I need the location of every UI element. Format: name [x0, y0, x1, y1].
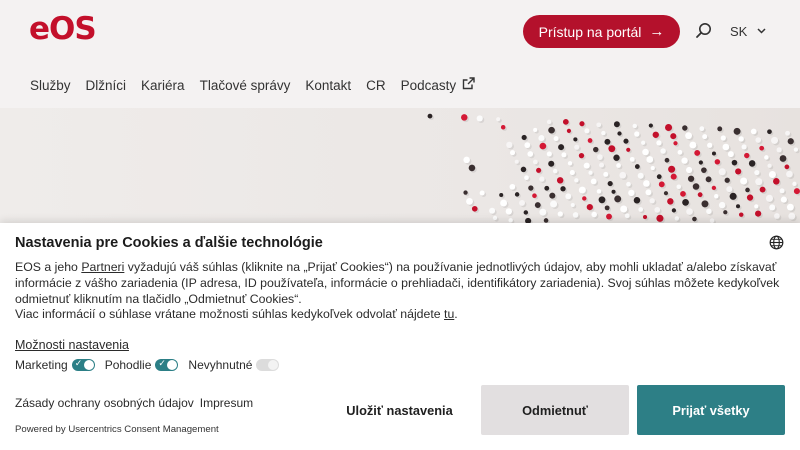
nav-item-dlznici[interactable]: Dlžníci: [86, 75, 127, 95]
nav-label: CR: [366, 77, 386, 93]
language-selector[interactable]: SK: [730, 22, 766, 40]
hero-image: [0, 108, 800, 223]
toggle-nevyhnutne: Nevyhnutné: [188, 358, 280, 372]
decorative-dots-pattern: [427, 113, 800, 223]
toggle-pohodlie: Pohodlie ✓: [105, 358, 179, 372]
nav-item-kariera[interactable]: Kariéra: [141, 75, 185, 95]
marketing-switch[interactable]: ✓: [71, 358, 95, 371]
cookie-text-part: vyžadujú váš súhlas (kliknite na „Prijať…: [15, 260, 780, 306]
main-nav: Služby Dlžníci Kariéra Tlačové správy Ko…: [30, 75, 475, 95]
nav-item-kontakt[interactable]: Kontakt: [305, 75, 351, 95]
imprint-link[interactable]: Impresum: [200, 396, 253, 410]
search-icon[interactable]: [694, 21, 714, 41]
nevyhnutne-switch: [256, 359, 280, 371]
toggle-label: Pohodlie: [104, 358, 152, 372]
settings-options-link[interactable]: Možnosti nastavenia: [15, 338, 129, 352]
nav-item-tlacove-spravy[interactable]: Tlačové správy: [200, 75, 291, 95]
toggle-label: Marketing: [15, 358, 68, 372]
save-settings-button[interactable]: Uložiť nastavenia: [330, 385, 469, 435]
cookie-consent-banner: Nastavenia pre Cookies a ďalšie technoló…: [0, 223, 800, 450]
eos-logo[interactable]: eOS: [29, 14, 97, 45]
cookie-text-part: Viac informácií o súhlase vrátane možnos…: [15, 307, 445, 322]
nav-label: Podcasty: [400, 77, 457, 93]
nav-label: Služby: [30, 77, 71, 93]
accept-all-button[interactable]: Prijať všetky: [637, 385, 785, 435]
nav-item-cr[interactable]: CR: [366, 75, 386, 95]
cookie-text-part: .: [454, 307, 458, 322]
powered-by-text: Powered by Usercentrics Consent Manageme…: [15, 424, 219, 435]
nav-label: Tlačové správy: [199, 77, 291, 93]
partners-link[interactable]: Partneri: [81, 260, 124, 274]
here-link[interactable]: tu: [444, 307, 454, 321]
globe-icon[interactable]: [769, 235, 784, 250]
pohodlie-switch[interactable]: ✓: [155, 358, 179, 371]
portal-access-button[interactable]: Prístup na portál →: [523, 15, 680, 48]
cookie-text-part: EOS a jeho: [15, 260, 82, 274]
toggle-marketing: Marketing ✓: [15, 358, 95, 372]
cookie-description: EOS a jeho Partneri vyžadujú váš súhlas …: [15, 260, 785, 323]
language-label: SK: [730, 23, 748, 39]
toggle-label: Nevyhnutné: [188, 358, 253, 372]
nav-item-podcasty[interactable]: Podcasty: [401, 75, 476, 95]
nav-label: Kontakt: [305, 77, 352, 93]
nav-label: Kariéra: [141, 77, 185, 93]
arrow-right-icon: →: [649, 23, 665, 40]
deny-button[interactable]: Odmietnuť: [481, 385, 629, 435]
consent-toggles: Marketing ✓ Pohodlie ✓ Nevyhnutné: [15, 357, 280, 373]
privacy-policy-link[interactable]: Zásady ochrany osobných údajov: [15, 396, 194, 410]
cookie-footer-links: Zásady ochrany osobných údajov Impresum: [15, 396, 253, 410]
external-link-icon: [462, 77, 475, 93]
site-header: eOS Prístup na portál → SK Služby Dlžníc…: [0, 0, 800, 108]
portal-button-label: Prístup na portál: [538, 23, 642, 40]
nav-label: Dlžníci: [85, 77, 127, 93]
cookie-title: Nastavenia pre Cookies a ďalšie technoló…: [15, 235, 323, 251]
chevron-down-icon: [757, 26, 766, 36]
nav-item-sluzby[interactable]: Služby: [30, 75, 71, 95]
